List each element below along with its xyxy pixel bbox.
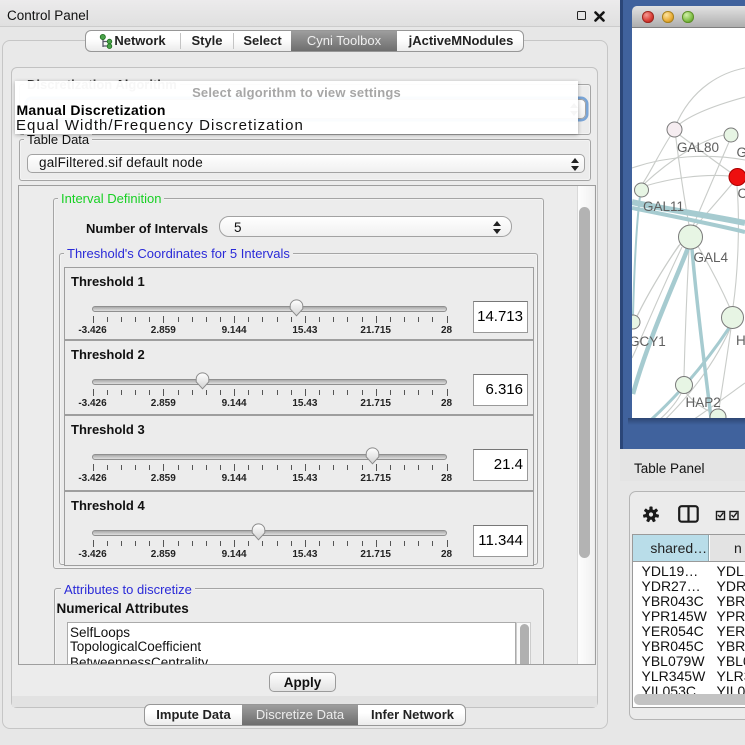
svg-text:GCY1: GCY1 [632,334,666,349]
svg-text:C: C [738,186,745,201]
svg-text:GA: GA [737,145,745,160]
svg-text:GAL80: GAL80 [677,140,719,155]
svg-text:GAL11: GAL11 [643,199,684,214]
svg-text:HAP2: HAP2 [686,395,721,410]
svg-text:H: H [736,333,745,348]
svg-text:GAL4: GAL4 [694,250,729,265]
